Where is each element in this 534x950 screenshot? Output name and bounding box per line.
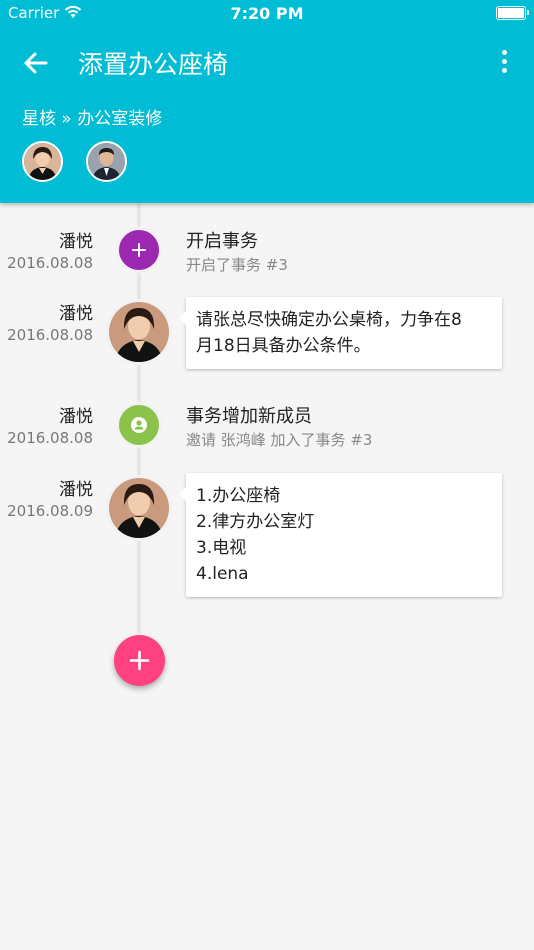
comment-author: 潘悦 xyxy=(59,480,93,500)
comment-line: 4.lena xyxy=(196,564,249,584)
member-avatar-woman[interactable] xyxy=(22,141,63,182)
event-author: 潘悦 xyxy=(59,232,93,252)
event-date: 2016.08.08 xyxy=(7,254,93,272)
event-author: 潘悦 xyxy=(59,407,93,427)
event-subtitle: 开启了事务 #3 xyxy=(186,256,288,274)
comment-date: 2016.08.09 xyxy=(7,502,93,520)
comment-card[interactable]: 请张总尽快确定办公桌椅，力争在8 月18日具备办公条件。 xyxy=(179,297,502,369)
comment-card[interactable]: 1.办公座椅 2.律方办公室灯 3.电视 4.lena xyxy=(179,473,502,597)
member-avatar-man[interactable] xyxy=(86,141,128,182)
event-create-badge xyxy=(116,227,162,273)
comment-line: 月18日具备办公条件。 xyxy=(196,336,371,356)
comment-line: 2.律方办公室灯 xyxy=(196,512,315,532)
event-title: 开启事务 xyxy=(186,231,258,252)
back-arrow-icon[interactable] xyxy=(20,48,52,78)
comment-line: 1.办公座椅 xyxy=(196,486,281,506)
add-event-button[interactable] xyxy=(114,635,165,686)
comment-line: 3.电视 xyxy=(196,538,247,558)
plus-icon xyxy=(132,243,146,257)
plus-icon xyxy=(129,650,150,671)
event-date: 2016.08.08 xyxy=(7,429,93,447)
event-member-badge xyxy=(116,402,162,448)
comment-author: 潘悦 xyxy=(59,304,93,324)
page-title: 添置办公座椅 xyxy=(78,50,229,79)
breadcrumb[interactable]: 星核 » 办公室装修 xyxy=(22,104,162,129)
status-bar: Carrier 7:20 PM xyxy=(0,0,534,28)
comment-author-avatar[interactable] xyxy=(106,475,172,541)
more-menu-icon[interactable] xyxy=(500,50,508,76)
status-time: 7:20 PM xyxy=(230,4,304,23)
event-title: 事务增加新成员 xyxy=(186,406,312,427)
battery-icon xyxy=(496,6,529,20)
member-avatars xyxy=(22,141,145,186)
timeline: 潘悦 2016.08.08 开启事务 开启了事务 #3 潘悦 2016.08.0… xyxy=(0,203,534,950)
person-icon xyxy=(131,417,147,433)
comment-line: 请张总尽快确定办公桌椅，力争在8 xyxy=(196,310,462,330)
event-subtitle: 邀请 张鸿峰 加入了事务 #3 xyxy=(186,431,373,449)
comment-author-avatar[interactable] xyxy=(106,299,172,365)
app-header: Carrier 7:20 PM 添置办公座椅 星核 » 办公室装修 xyxy=(0,0,534,203)
comment-date: 2016.08.08 xyxy=(7,326,93,344)
